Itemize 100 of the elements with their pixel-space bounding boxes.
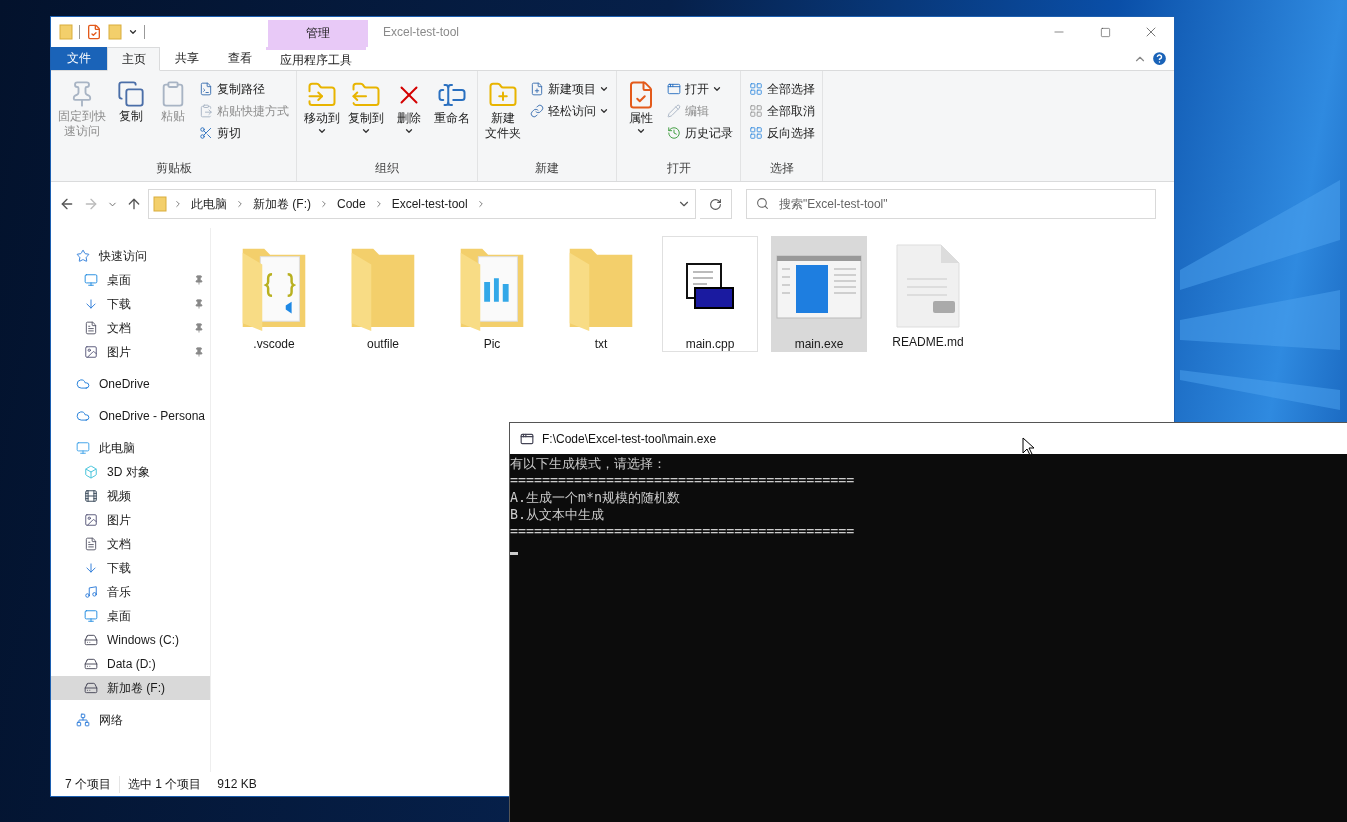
file-item[interactable]: main.cpp	[662, 236, 758, 352]
ribbon-button[interactable]: 复制到	[345, 75, 387, 140]
chevron-icon	[235, 199, 245, 209]
nav-item[interactable]: 下载	[51, 292, 210, 316]
copy-icon	[116, 79, 146, 109]
select-none-icon	[748, 103, 764, 119]
breadcrumb[interactable]: 新加卷 (F:)	[251, 195, 313, 213]
ribbon-button[interactable]: 新建项目	[526, 79, 612, 99]
ribbon-button[interactable]: 打开	[663, 79, 736, 99]
nav-item[interactable]: OneDrive - Persona	[51, 404, 210, 428]
file-item[interactable]: outfile	[335, 236, 431, 352]
nav-item[interactable]: 网络	[51, 708, 210, 732]
ribbon-button[interactable]: 属性	[621, 75, 661, 140]
picture-icon	[83, 512, 99, 528]
ribbon-button[interactable]: 复制	[111, 75, 151, 128]
nav-item[interactable]: 桌面	[51, 268, 210, 292]
search-field[interactable]: 搜索"Excel-test-tool"	[746, 189, 1156, 219]
customize-caret-icon[interactable]	[128, 27, 138, 37]
nav-label: OneDrive - Persona	[99, 409, 206, 423]
caret-icon	[599, 84, 609, 94]
console-line: ===========================================	[510, 472, 856, 489]
file-item[interactable]: main.exe	[771, 236, 867, 352]
cloud-icon	[75, 408, 91, 424]
status-text: 选中 1 个项目	[119, 775, 210, 793]
nav-item[interactable]: 下载	[51, 556, 210, 580]
file-item[interactable]: README.md	[880, 236, 976, 352]
caret-icon	[712, 84, 722, 94]
nav-label: Windows (C:)	[107, 633, 180, 647]
scissors-icon	[198, 125, 214, 141]
caret-icon	[361, 126, 371, 136]
nav-label: 网络	[99, 711, 124, 729]
nav-label: 图片	[107, 343, 132, 361]
nav-item[interactable]: 音乐	[51, 580, 210, 604]
file-name: txt	[594, 337, 608, 351]
ribbon-tab[interactable]: 查看	[213, 47, 266, 70]
ribbon-button[interactable]: 反向选择	[745, 123, 818, 143]
context-tab-header: 管理	[268, 20, 368, 47]
search-icon	[756, 197, 769, 210]
nav-label: 文档	[107, 319, 132, 337]
nav-item[interactable]: 新加卷 (F:)	[51, 676, 210, 700]
file-item[interactable]: Pic	[444, 236, 540, 352]
window-title: F:\Code\Excel-test-tool\main.exe	[542, 431, 717, 446]
nav-item[interactable]: 文档	[51, 316, 210, 340]
drive-icon	[83, 632, 99, 648]
nav-item[interactable]: 此电脑	[51, 436, 210, 460]
breadcrumb[interactable]: Code	[335, 197, 368, 211]
refresh-button[interactable]	[700, 189, 732, 219]
cube-icon	[83, 464, 99, 480]
ribbon-button[interactable]: 剪切	[195, 123, 292, 143]
ribbon-button[interactable]: 新建 文件夹	[482, 75, 524, 145]
folder-icon	[153, 196, 167, 212]
nav-item[interactable]: 桌面	[51, 604, 210, 628]
cloud-icon	[75, 376, 91, 392]
nav-item[interactable]: 快速访问	[51, 244, 210, 268]
console-line: ===========================================	[510, 523, 856, 540]
ribbon-button[interactable]: 全部取消	[745, 101, 818, 121]
ribbon-tab[interactable]: 主页	[107, 47, 160, 71]
breadcrumb[interactable]: Excel-test-tool	[389, 197, 470, 211]
ribbon-tab[interactable]: 共享	[160, 47, 213, 70]
nav-label: 3D 对象	[107, 463, 151, 481]
nav-item[interactable]: OneDrive	[51, 372, 210, 396]
nav-item[interactable]: 视频	[51, 484, 210, 508]
ribbon-tab[interactable]: 文件	[51, 47, 107, 70]
new-item-icon	[529, 81, 545, 97]
nav-label: 桌面	[107, 271, 132, 289]
file-name: .vscode	[253, 337, 295, 351]
nav-label: 音乐	[107, 583, 132, 601]
nav-item[interactable]: 文档	[51, 532, 210, 556]
ribbon-button[interactable]: 历史记录	[663, 123, 736, 143]
file-item[interactable]: txt	[553, 236, 649, 352]
ribbon-button[interactable]: 复制路径	[195, 79, 292, 99]
computer-icon	[75, 440, 91, 456]
app-window-icon	[776, 255, 862, 319]
console-line: B.从文本中生成	[510, 506, 605, 523]
forward-arrow-icon	[83, 196, 99, 212]
nav-label: 此电脑	[99, 439, 136, 457]
nav-item[interactable]: 图片	[51, 508, 210, 532]
ribbon-button[interactable]: 删除	[389, 75, 429, 140]
nav-item[interactable]: Data (D:)	[51, 652, 210, 676]
file-item[interactable]: .vscode	[226, 236, 322, 352]
nav-item[interactable]: Windows (C:)	[51, 628, 210, 652]
status-text: 912 KB	[216, 777, 258, 791]
ribbon-button[interactable]: 全部选择	[745, 79, 818, 99]
nav-label: 图片	[107, 511, 132, 529]
history-icon	[666, 125, 682, 141]
drive-icon	[83, 680, 99, 696]
address-field[interactable]: 此电脑 新加卷 (F:) Code Excel-test-tool	[148, 189, 696, 219]
file-name: Pic	[483, 337, 501, 351]
nav-item[interactable]: 3D 对象	[51, 460, 210, 484]
desktop-icon	[83, 608, 99, 624]
ribbon-button[interactable]: 移动到	[301, 75, 343, 140]
nav-label: 视频	[107, 487, 132, 505]
picture-icon	[83, 344, 99, 360]
nav-item[interactable]: 图片	[51, 340, 210, 364]
properties-icon[interactable]	[86, 24, 102, 40]
breadcrumb[interactable]: 此电脑	[189, 195, 229, 213]
group-label: 选择	[768, 160, 795, 177]
status-text: 7 个项目	[65, 775, 112, 793]
ribbon-button[interactable]: 重命名	[431, 75, 473, 130]
ribbon-button[interactable]: 轻松访问	[526, 101, 612, 121]
